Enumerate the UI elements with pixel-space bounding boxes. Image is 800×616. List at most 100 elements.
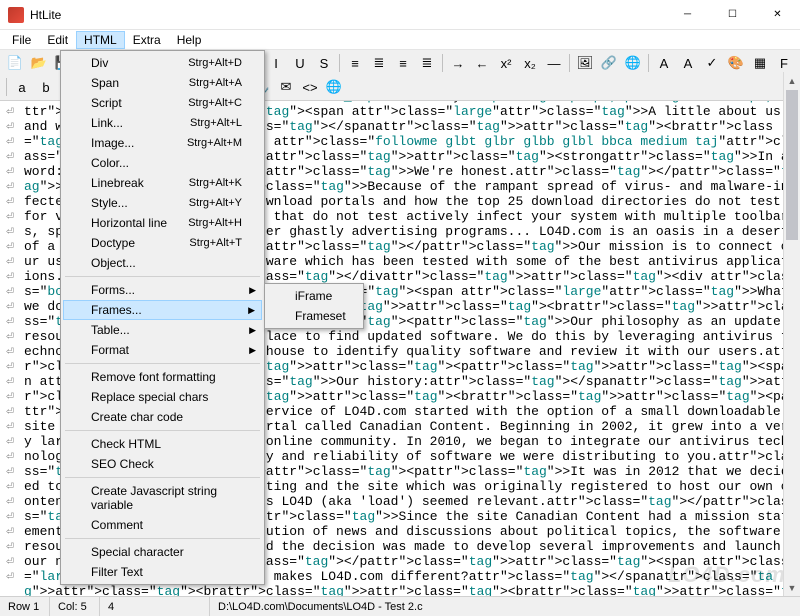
menu-item-horizontal-line[interactable]: Horizontal lineStrg+Alt+H bbox=[63, 213, 262, 233]
maximize-button[interactable]: ☐ bbox=[710, 0, 755, 30]
color-text-button[interactable]: A bbox=[653, 52, 675, 74]
globe2-button[interactable]: 🌐 bbox=[323, 76, 345, 98]
menu-extra[interactable]: Extra bbox=[125, 31, 169, 49]
menu-item-image[interactable]: Image...Strg+Alt+M bbox=[63, 133, 262, 153]
menu-item-table[interactable]: Table...▶ bbox=[63, 320, 262, 340]
italic-button[interactable]: I bbox=[265, 52, 287, 74]
menu-help[interactable]: Help bbox=[169, 31, 210, 49]
gutter: ⏎⏎⏎⏎⏎⏎⏎⏎⏎⏎⏎⏎⏎⏎⏎⏎⏎⏎⏎⏎⏎⏎⏎⏎⏎⏎⏎⏎⏎⏎⏎⏎ bbox=[0, 72, 20, 596]
menu-item-span[interactable]: SpanStrg+Alt+A bbox=[63, 73, 262, 93]
gutter-mark: ⏎ bbox=[0, 134, 20, 149]
gutter-mark: ⏎ bbox=[0, 314, 20, 329]
align-center-button[interactable]: ≣ bbox=[368, 52, 390, 74]
menu-item-remove-font-formatting[interactable]: Remove font formatting bbox=[63, 367, 262, 387]
scroll-down-icon[interactable]: ▼ bbox=[784, 579, 800, 596]
globe-button[interactable]: 🌐 bbox=[622, 52, 644, 74]
minimize-button[interactable]: ─ bbox=[665, 0, 710, 30]
gutter-mark: ⏎ bbox=[0, 539, 20, 554]
gutter-mark: ⏎ bbox=[0, 434, 20, 449]
gutter-mark: ⏎ bbox=[0, 164, 20, 179]
align-right-button[interactable]: ≡ bbox=[392, 52, 414, 74]
gutter-mark: ⏎ bbox=[0, 374, 20, 389]
gutter-mark: ⏎ bbox=[0, 119, 20, 134]
gutter-mark: ⏎ bbox=[0, 359, 20, 374]
menu-item-frames[interactable]: Frames...▶ bbox=[63, 300, 262, 320]
titlebar: HtLite ─ ☐ ✕ bbox=[0, 0, 800, 30]
submenu-item-frameset[interactable]: Frameset bbox=[267, 306, 361, 326]
menu-item-replace-special-chars[interactable]: Replace special chars bbox=[63, 387, 262, 407]
gutter-mark: ⏎ bbox=[0, 209, 20, 224]
gutter-mark: ⏎ bbox=[0, 419, 20, 434]
palette-button[interactable]: 🎨 bbox=[725, 52, 747, 74]
menu-item-create-char-code[interactable]: Create char code bbox=[63, 407, 262, 427]
mail-button[interactable]: ✉ bbox=[275, 76, 297, 98]
menu-item-special-character[interactable]: Special character bbox=[63, 542, 262, 562]
gutter-mark: ⏎ bbox=[0, 194, 20, 209]
menu-item-format[interactable]: Format▶ bbox=[63, 340, 262, 360]
gutter-mark: ⏎ bbox=[0, 179, 20, 194]
gutter-mark: ⏎ bbox=[0, 494, 20, 509]
menu-item-div[interactable]: DivStrg+Alt+D bbox=[63, 53, 262, 73]
menu-item-script[interactable]: ScriptStrg+Alt+C bbox=[63, 93, 262, 113]
submenu-item-iframe[interactable]: iFrame bbox=[267, 286, 361, 306]
tag-b-button[interactable]: b bbox=[35, 76, 57, 98]
gutter-mark: ⏎ bbox=[0, 329, 20, 344]
strike-button[interactable]: S bbox=[313, 52, 335, 74]
menu-item-linebreak[interactable]: LinebreakStrg+Alt+K bbox=[63, 173, 262, 193]
frames-submenu[interactable]: iFrameFrameset bbox=[264, 283, 364, 329]
spell-button[interactable]: ✓ bbox=[701, 52, 723, 74]
link-button[interactable]: 🔗 bbox=[598, 52, 620, 74]
close-button[interactable]: ✕ bbox=[755, 0, 800, 30]
menu-item-check-html[interactable]: Check HTML bbox=[63, 434, 262, 454]
status-row: Row 1 bbox=[0, 597, 50, 616]
scrollbar-vertical[interactable]: ▲ ▼ bbox=[783, 72, 800, 596]
watermark: LO4D.com bbox=[668, 562, 786, 588]
gutter-mark: ⏎ bbox=[0, 464, 20, 479]
gutter-mark: ⏎ bbox=[0, 104, 20, 119]
gutter-mark: ⏎ bbox=[0, 389, 20, 404]
gutter-mark: ⏎ bbox=[0, 554, 20, 569]
new-button[interactable]: 📄 bbox=[4, 52, 26, 74]
menu-item-style[interactable]: Style...Strg+Alt+Y bbox=[63, 193, 262, 213]
menu-item-create-javascript-string-variable[interactable]: Create Javascript string variable bbox=[63, 481, 262, 515]
menu-item-seo-check[interactable]: SEO Check bbox=[63, 454, 262, 474]
scroll-thumb[interactable] bbox=[786, 90, 798, 240]
menu-item-forms[interactable]: Forms...▶ bbox=[63, 280, 262, 300]
menu-item-object[interactable]: Object... bbox=[63, 253, 262, 273]
gutter-mark: ⏎ bbox=[0, 224, 20, 239]
table-button[interactable]: ▦ bbox=[749, 52, 771, 74]
sup-button[interactable]: x² bbox=[495, 52, 517, 74]
outdent-button[interactable]: ← bbox=[471, 52, 493, 74]
menu-item-doctype[interactable]: DoctypeStrg+Alt+T bbox=[63, 233, 262, 253]
scroll-up-icon[interactable]: ▲ bbox=[784, 72, 800, 89]
status-path: D:\LO4D.com\Documents\LO4D - Test 2.c bbox=[210, 597, 800, 616]
underline-button[interactable]: U bbox=[289, 52, 311, 74]
window-title: HtLite bbox=[30, 8, 665, 22]
chevron-right-icon: ▶ bbox=[248, 305, 255, 316]
sub-button[interactable]: x₂ bbox=[519, 52, 541, 74]
gutter-mark: ⏎ bbox=[0, 149, 20, 164]
gutter-mark: ⏎ bbox=[0, 269, 20, 284]
menu-item-link[interactable]: Link...Strg+Alt+L bbox=[63, 113, 262, 133]
app-icon bbox=[8, 7, 24, 23]
menu-edit[interactable]: Edit bbox=[39, 31, 76, 49]
hr-button[interactable]: — bbox=[543, 52, 565, 74]
open-button[interactable]: 📂 bbox=[28, 52, 50, 74]
gutter-mark: ⏎ bbox=[0, 239, 20, 254]
menu-html[interactable]: HTML bbox=[76, 31, 125, 49]
color-bg-button[interactable]: A bbox=[677, 52, 699, 74]
image-button[interactable]: 🖼 bbox=[574, 52, 596, 74]
menu-file[interactable]: File bbox=[4, 31, 39, 49]
align-justify-button[interactable]: ≣ bbox=[416, 52, 438, 74]
font-sel-button[interactable]: F bbox=[773, 52, 795, 74]
chevron-right-icon: ▶ bbox=[249, 345, 256, 356]
gutter-mark: ⏎ bbox=[0, 524, 20, 539]
menu-item-color[interactable]: Color... bbox=[63, 153, 262, 173]
tag-a-button[interactable]: a bbox=[11, 76, 33, 98]
code-button[interactable]: <> bbox=[299, 76, 321, 98]
menu-item-comment[interactable]: Comment bbox=[63, 515, 262, 535]
indent-button[interactable]: → bbox=[447, 52, 469, 74]
align-left-button[interactable]: ≡ bbox=[344, 52, 366, 74]
menu-item-filter-text[interactable]: Filter Text bbox=[63, 562, 262, 582]
html-menu-dropdown[interactable]: DivStrg+Alt+DSpanStrg+Alt+AScriptStrg+Al… bbox=[60, 50, 265, 585]
